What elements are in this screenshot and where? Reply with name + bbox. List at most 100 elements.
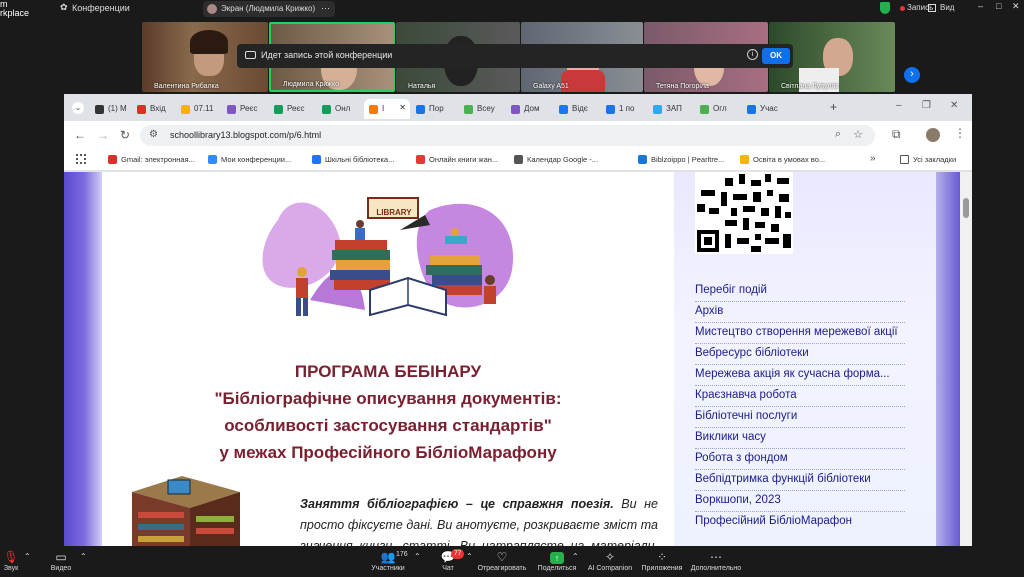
avatar <box>207 4 217 14</box>
minimize-icon[interactable]: – <box>978 1 983 11</box>
more-bookmarks-icon[interactable]: » <box>870 153 876 164</box>
info-icon[interactable]: i <box>747 49 758 60</box>
bookmark-favicon-icon <box>312 155 321 164</box>
sidebar-link-services[interactable]: Бібліотечні послуги <box>695 410 797 422</box>
url-field[interactable]: ⚙ schoollibrary13.blogspot.com/p/6.html … <box>140 125 875 146</box>
tab-label: Реєс <box>240 104 258 113</box>
bookmark-item[interactable]: Онлайн книги жан... <box>416 155 498 164</box>
recording-banner: Идет запись этой конференции i <box>237 44 793 68</box>
zoom-icon[interactable]: ⌕ <box>835 128 841 141</box>
browser-tab[interactable]: Відє <box>554 99 598 119</box>
browser-tab[interactable]: Огл <box>695 99 739 119</box>
bookmark-item[interactable]: Biblzoippo | Pearltre... <box>638 155 724 164</box>
maximize-icon[interactable]: □ <box>996 1 1001 11</box>
bookmarks-folder[interactable]: Усі закладки <box>900 155 956 164</box>
browser-tab[interactable]: I ✕ <box>364 99 410 119</box>
bookmark-item[interactable]: Gmail: электронная... <box>108 155 195 164</box>
site-info-icon[interactable]: ⚙ <box>149 129 158 140</box>
conference-label[interactable]: Конференции <box>72 3 130 13</box>
new-tab-icon[interactable]: + <box>830 100 837 114</box>
bookmark-item[interactable]: Освіта в умовах во... <box>740 155 825 164</box>
browser-tab[interactable]: ЗАП <box>648 99 692 119</box>
tab-favicon-icon <box>274 105 283 114</box>
react-button[interactable]: ♡ Отреагировать <box>477 549 527 572</box>
tab-favicon-icon <box>511 105 520 114</box>
chevron-up-icon[interactable]: ⌃ <box>572 552 579 561</box>
bookmark-item[interactable]: Календар Google -... <box>514 155 598 164</box>
title-line-3: у межах Професійного БібліоМарафону <box>219 443 557 462</box>
tab-search-icon[interactable]: ⌄ <box>72 102 84 114</box>
participant-name: Galaxy A51 <box>533 83 569 90</box>
window-minimize-icon[interactable]: – <box>896 100 902 111</box>
close-icon[interactable]: ✕ <box>1012 1 1020 12</box>
window-restore-icon[interactable]: ❐ <box>922 100 931 111</box>
browser-tab[interactable]: Вхід <box>132 99 176 119</box>
sidebar-link-challenges[interactable]: Виклики часу <box>695 431 766 443</box>
tab-label: ЗАП <box>666 104 682 113</box>
tab-close-icon[interactable]: ✕ <box>399 103 406 112</box>
share-screen-pill[interactable]: Экран (Людмила Крижко) ⋯ <box>203 1 335 17</box>
apps-grid-icon[interactable] <box>76 154 86 164</box>
sidebar-link-archive[interactable]: Архів <box>695 305 723 317</box>
extensions-icon[interactable]: ⧉ <box>892 127 901 142</box>
tab-label: Реєс <box>287 104 305 113</box>
browser-tab[interactable]: 07.11 <box>176 99 220 119</box>
sidebar-link-network-art[interactable]: Мистецтво створення мережевої акції <box>695 326 898 338</box>
participants-count: 176 <box>396 551 408 558</box>
sidebar-link-marathon[interactable]: Професійний БібліоМарафон <box>695 515 852 527</box>
sidebar-link-local-history[interactable]: Краєзнавча робота <box>695 389 797 401</box>
apps-button[interactable]: ⁘ Приложения <box>640 549 684 572</box>
ai-companion-button[interactable]: ✧ AI Companion <box>585 549 635 572</box>
chevron-up-icon[interactable]: ⌃ <box>414 552 421 561</box>
browser-tab[interactable]: Пор <box>411 99 455 119</box>
intro-paragraph: Заняття бібліографією – це справжня поез… <box>300 494 658 546</box>
forward-icon[interactable]: → <box>97 128 109 142</box>
reload-icon[interactable]: ↻ <box>120 128 130 142</box>
scrollbar-thumb[interactable] <box>963 198 969 218</box>
sidebar-link-workshops[interactable]: Воркшопи, 2023 <box>695 494 781 506</box>
chevron-up-icon[interactable]: ⌃ <box>80 552 87 561</box>
profile-avatar[interactable] <box>926 128 940 142</box>
browser-tab[interactable]: Всеу <box>459 99 503 119</box>
shield-icon[interactable] <box>880 2 890 14</box>
browser-tab[interactable]: 1 по <box>601 99 645 119</box>
bookmark-item[interactable]: Мои конференции... <box>208 155 291 164</box>
browser-tab[interactable]: Реєс <box>269 99 313 119</box>
tab-label: Пор <box>429 104 444 113</box>
back-icon[interactable]: ← <box>74 128 86 142</box>
window-close-icon[interactable]: ✕ <box>950 100 958 111</box>
tab-favicon-icon <box>95 105 104 114</box>
recording-ok-button[interactable]: OK <box>762 48 790 64</box>
sound-button[interactable]: 🎙 Звук <box>0 549 22 572</box>
sidebar-link-collection[interactable]: Робота з фондом <box>695 452 788 464</box>
tab-label: (1) M <box>108 104 127 113</box>
sidebar-link-webresource[interactable]: Вебресурс бібліотеки <box>695 347 809 359</box>
view-button[interactable]: Вид <box>940 3 954 12</box>
chevron-up-icon[interactable]: ⌃ <box>466 552 473 561</box>
browser-tab[interactable]: Онл <box>317 99 361 119</box>
chevron-up-icon[interactable]: ⌃ <box>24 552 31 561</box>
video-button[interactable]: ▭ Видео <box>46 549 76 572</box>
page-scrollbar[interactable] <box>960 172 972 546</box>
more-button[interactable]: ⋯ Дополнительно <box>688 549 744 572</box>
sidebar-divider <box>695 364 905 365</box>
browser-tab[interactable]: Реєс <box>222 99 266 119</box>
sidebar-divider <box>695 427 905 428</box>
sidebar-link-websupport[interactable]: Вебпідтримка функцій бібліотеки <box>695 473 871 485</box>
sidebar-link-events[interactable]: Перебіг подій <box>695 284 767 296</box>
sidebar-divider <box>695 448 905 449</box>
chevron-right-icon[interactable]: › <box>904 67 920 83</box>
star-icon[interactable]: ☆ <box>853 128 863 141</box>
sidebar-link-network-action[interactable]: Мережева акція як сучасна форма... <box>695 368 890 380</box>
tab-label: Онл <box>335 104 351 113</box>
bookmark-label: Biblzoippo | Pearltre... <box>651 155 725 164</box>
tab-favicon-icon <box>606 105 615 114</box>
menu-icon[interactable]: ⋮ <box>954 126 966 140</box>
bookmark-label: Gmail: электронная... <box>121 155 195 164</box>
browser-tab[interactable]: Учас <box>742 99 786 119</box>
qr-code[interactable] <box>695 172 793 254</box>
browser-tab[interactable]: (1) M <box>90 99 134 119</box>
browser-tab[interactable]: Дом <box>506 99 550 119</box>
participant-name: Світлана Лупуляк <box>781 83 839 90</box>
bookmark-item[interactable]: Шкільні бібліотека... <box>312 155 394 164</box>
